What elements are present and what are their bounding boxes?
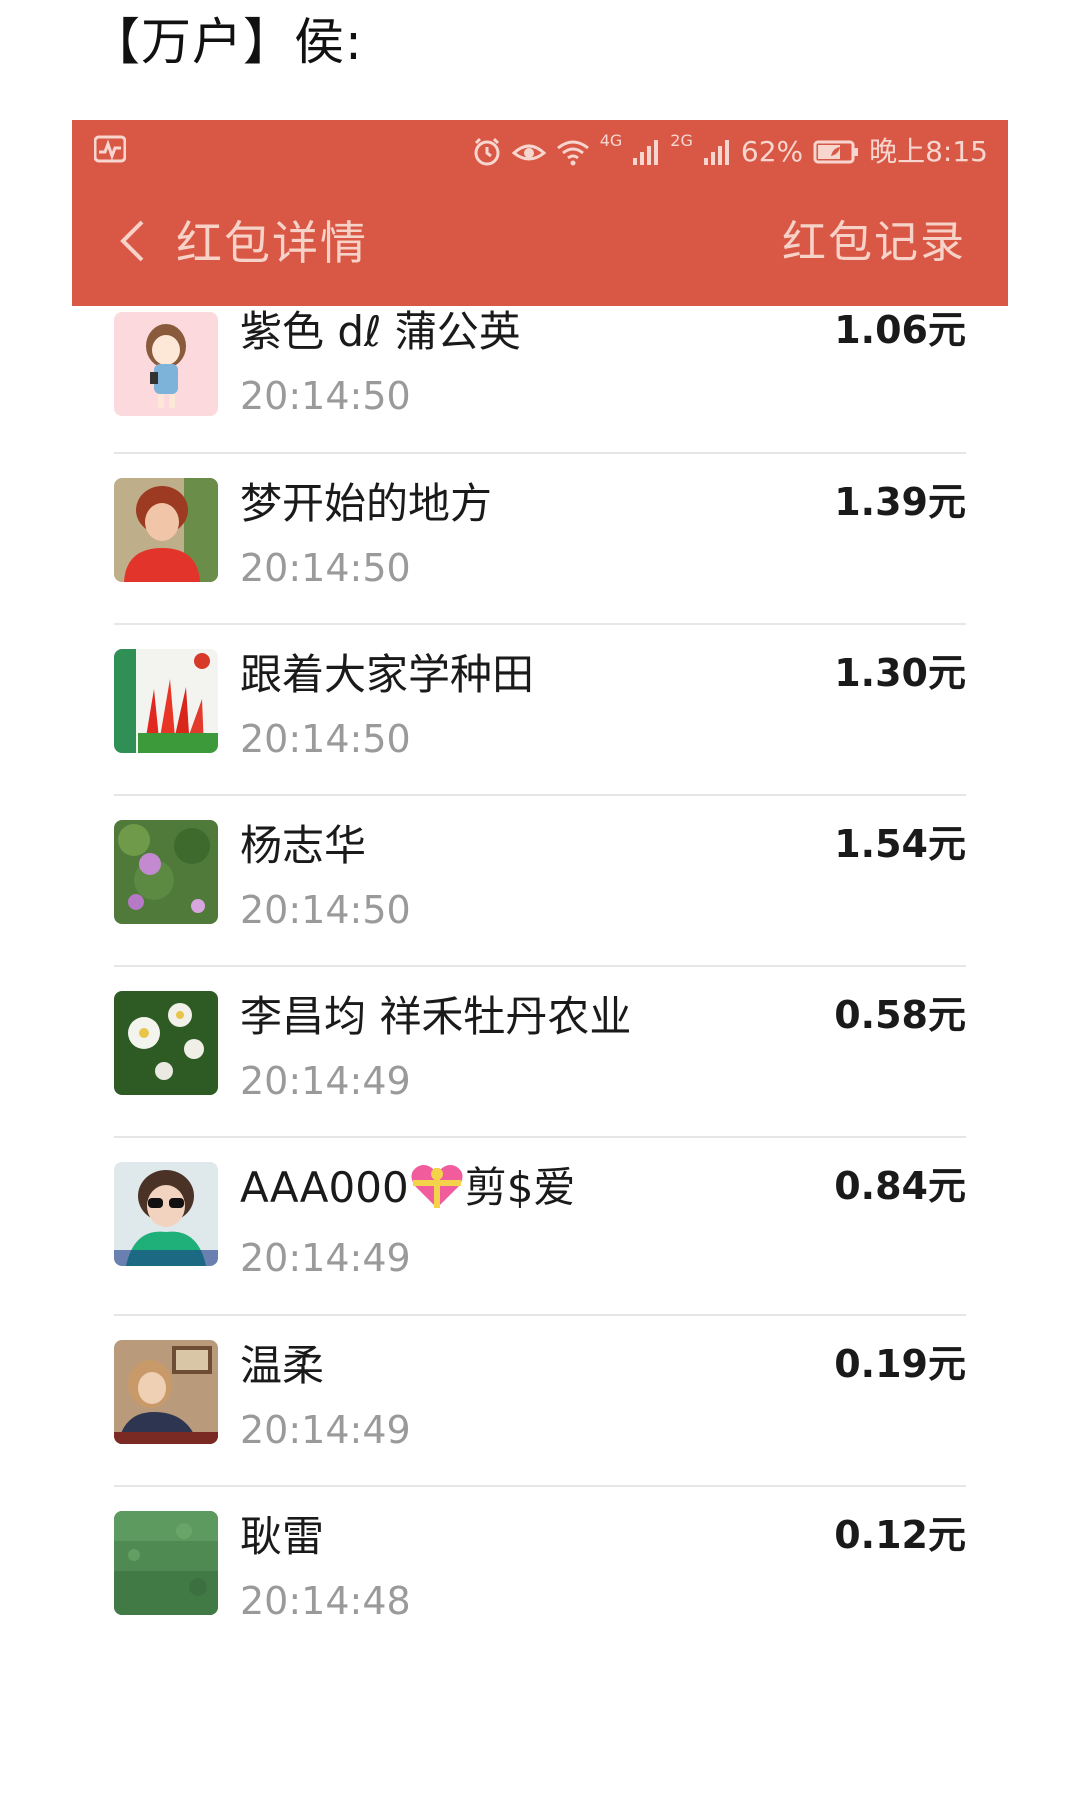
chevron-left-icon <box>120 220 144 262</box>
record-name: 杨志华 <box>240 821 367 870</box>
wifi-icon <box>556 140 589 166</box>
signal-icon <box>633 140 659 165</box>
back-button[interactable] <box>102 206 162 276</box>
list-item[interactable]: 李昌均 祥禾牡丹农业 20:14:49 0.58元 <box>114 967 966 1138</box>
woman-indoor-avatar <box>114 1340 218 1444</box>
record-time: 20:14:50 <box>240 717 411 761</box>
woman-red-shirt-avatar <box>114 478 218 582</box>
redpacket-records-link[interactable]: 红包记录 <box>782 208 966 278</box>
list-item[interactable]: 跟着大家学种田 20:14:50 1.30元 <box>114 625 966 796</box>
phone-screenshot: 4G 2G 62% 晚上8:15 红包详情 红包记录 紫色 dℓ 蒲公英 20:… <box>72 120 1008 1806</box>
list-item[interactable]: 杨志华 20:14:50 1.54元 <box>114 796 966 967</box>
record-name: 跟着大家学种田 <box>240 650 535 699</box>
record-name: 李昌均 祥禾牡丹农业 <box>240 992 632 1041</box>
record-time: 20:14:49 <box>240 1059 411 1103</box>
record-list: 紫色 dℓ 蒲公英 20:14:50 1.06元 梦开始的地方 20:14:50… <box>114 306 966 1658</box>
record-amount: 1.39元 <box>834 480 966 524</box>
gift-heart-icon <box>411 1165 463 1208</box>
record-name: 梦开始的地方 <box>240 479 493 528</box>
record-amount: 0.58元 <box>834 993 966 1037</box>
status-time: 晚上8:15 <box>869 135 988 168</box>
white-flowers-avatar <box>114 991 218 1095</box>
record-time: 20:14:49 <box>240 1408 411 1452</box>
record-amount: 0.19元 <box>834 1342 966 1386</box>
activity-monitor-icon <box>94 135 126 163</box>
list-item[interactable]: 温柔 20:14:49 0.19元 <box>114 1316 966 1487</box>
cartoon-girl-avatar <box>114 312 218 416</box>
record-name: 耿雷 <box>240 1512 325 1561</box>
record-time: 20:14:50 <box>240 546 411 590</box>
record-time: 20:14:49 <box>240 1236 411 1280</box>
peony-flowers-avatar <box>114 820 218 924</box>
record-amount: 1.54元 <box>834 822 966 866</box>
alarm-icon <box>474 137 500 166</box>
status-bar: 4G 2G 62% 晚上8:15 <box>72 120 1008 184</box>
record-name: 紫色 dℓ 蒲公英 <box>240 307 521 356</box>
seed-packet-avatar <box>114 649 218 753</box>
signal-icon-2 <box>703 140 729 165</box>
record-time: 20:14:48 <box>240 1579 411 1623</box>
network-type-2: 2G <box>670 131 693 150</box>
battery-icon <box>813 140 859 164</box>
app-header: 4G 2G 62% 晚上8:15 红包详情 红包记录 <box>72 120 1008 306</box>
record-amount: 0.84元 <box>834 1164 966 1208</box>
record-amount: 0.12元 <box>834 1513 966 1557</box>
list-item[interactable]: 耿雷 20:14:48 0.12元 <box>114 1487 966 1658</box>
battery-percent: 62% <box>740 135 804 168</box>
record-amount: 1.06元 <box>834 308 966 352</box>
green-grass-avatar <box>114 1511 218 1615</box>
page-title: 【万户】侯: <box>90 13 363 71</box>
nav-title: 红包详情 <box>176 216 368 270</box>
list-item[interactable]: 紫色 dℓ 蒲公英 20:14:50 1.06元 <box>114 306 966 454</box>
record-name-prefix: AAA000 <box>240 1163 409 1212</box>
woman-sunglasses-avatar <box>114 1162 218 1266</box>
record-amount: 1.30元 <box>834 651 966 695</box>
record-time: 20:14:50 <box>240 888 411 932</box>
record-name: AAA000 剪$爱 <box>240 1158 575 1218</box>
eye-comfort-icon <box>511 144 546 161</box>
status-icons: 4G 2G 62% 晚上8:15 <box>472 128 988 176</box>
network-type-1: 4G <box>599 131 623 150</box>
record-name-suffix: 剪$爱 <box>464 1163 576 1212</box>
record-name: 温柔 <box>240 1341 325 1390</box>
record-time: 20:14:50 <box>240 374 411 418</box>
list-item[interactable]: AAA000 剪$爱 20:14:49 0.84元 <box>114 1138 966 1316</box>
nav-bar: 红包详情 红包记录 <box>72 184 1008 306</box>
list-item[interactable]: 梦开始的地方 20:14:50 1.39元 <box>114 454 966 625</box>
